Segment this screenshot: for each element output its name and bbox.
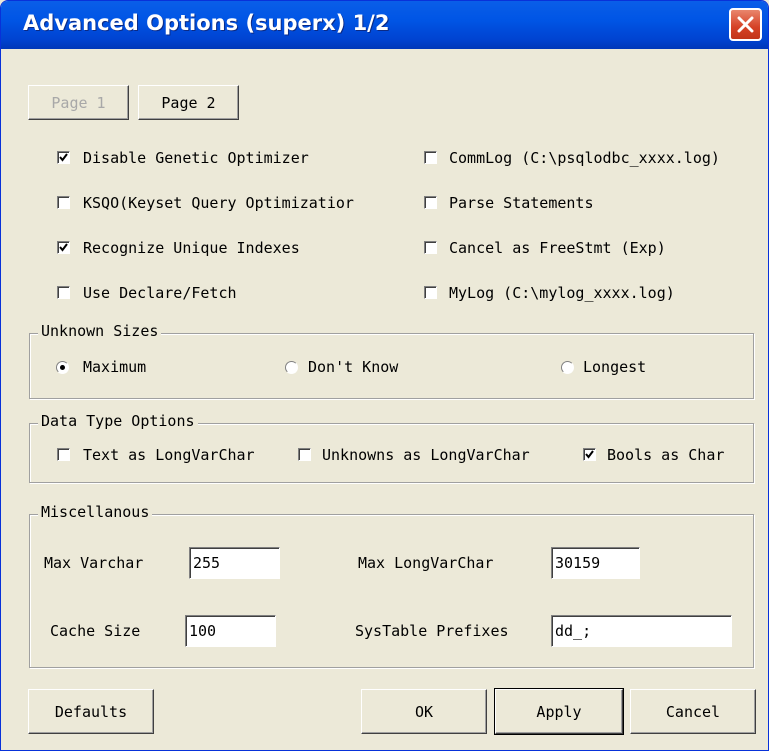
- max-longvarchar-input[interactable]: [551, 547, 640, 579]
- cancel-freestmt-checkbox[interactable]: [424, 241, 437, 254]
- systable-prefixes-input[interactable]: [551, 615, 732, 647]
- max-longvarchar-label: Max LongVarChar: [358, 554, 494, 572]
- parse-statements-checkbox[interactable]: [424, 196, 437, 209]
- commlog-label: CommLog (C:\psqlodbc_xxxx.log): [449, 149, 720, 167]
- unknown-sizes-legend: Unknown Sizes: [38, 322, 162, 340]
- page-2-button[interactable]: Page 2: [138, 85, 239, 120]
- miscellanous-legend: Miscellanous: [38, 503, 153, 521]
- bools-as-char-checkbox[interactable]: [583, 448, 596, 461]
- maximum-label: Maximum: [83, 358, 147, 376]
- cache-size-input[interactable]: [185, 615, 276, 647]
- mylog-checkbox[interactable]: [424, 286, 437, 299]
- advanced-options-dialog: Advanced Options (superx) 1/2 Page 1 Pag…: [0, 0, 769, 751]
- window-title: Advanced Options (superx) 1/2: [23, 11, 390, 35]
- apply-button[interactable]: Apply: [494, 688, 624, 735]
- dont-know-radio[interactable]: [285, 361, 298, 374]
- unknowns-as-longvarchar-checkbox[interactable]: [298, 448, 311, 461]
- recognize-unique-label: Recognize Unique Indexes: [83, 239, 300, 257]
- commlog-checkbox[interactable]: [424, 151, 437, 164]
- systable-prefixes-label: SysTable Prefixes: [355, 622, 509, 640]
- title-bar[interactable]: Advanced Options (superx) 1/2: [1, 1, 768, 49]
- check-icon: [585, 450, 594, 459]
- disable-genetic-checkbox[interactable]: [57, 151, 70, 164]
- parse-statements-label: Parse Statements: [449, 194, 594, 212]
- close-button[interactable]: [729, 8, 762, 41]
- use-declare-checkbox[interactable]: [57, 286, 70, 299]
- check-icon: [59, 153, 68, 162]
- disable-genetic-label: Disable Genetic Optimizer: [83, 149, 309, 167]
- max-varchar-input[interactable]: [189, 547, 280, 579]
- check-icon: [59, 243, 68, 252]
- data-type-options-legend: Data Type Options: [38, 412, 198, 430]
- text-as-longvarchar-label: Text as LongVarChar: [83, 446, 255, 464]
- close-icon: [737, 16, 754, 33]
- bools-as-char-label: Bools as Char: [607, 446, 725, 464]
- recognize-unique-checkbox[interactable]: [57, 241, 70, 254]
- longest-radio[interactable]: [561, 361, 574, 374]
- cancel-freestmt-label: Cancel as FreeStmt (Exp): [449, 239, 666, 257]
- text-as-longvarchar-checkbox[interactable]: [57, 448, 70, 461]
- ksqo-label: KSQO(Keyset Query Optimizatior: [83, 194, 354, 212]
- cancel-button[interactable]: Cancel: [630, 689, 756, 734]
- mylog-label: MyLog (C:\mylog_xxxx.log): [449, 284, 675, 302]
- maximum-radio[interactable]: [56, 361, 69, 374]
- longest-label: Longest: [583, 358, 647, 376]
- defaults-button[interactable]: Defaults: [28, 689, 154, 734]
- ok-button[interactable]: OK: [361, 689, 487, 734]
- max-varchar-label: Max Varchar: [44, 554, 144, 572]
- dont-know-label: Don't Know: [308, 358, 399, 376]
- use-declare-label: Use Declare/Fetch: [83, 284, 237, 302]
- page-1-button[interactable]: Page 1: [28, 85, 129, 120]
- unknowns-as-longvarchar-label: Unknowns as LongVarChar: [322, 446, 530, 464]
- ksqo-checkbox[interactable]: [57, 196, 70, 209]
- cache-size-label: Cache Size: [50, 622, 141, 640]
